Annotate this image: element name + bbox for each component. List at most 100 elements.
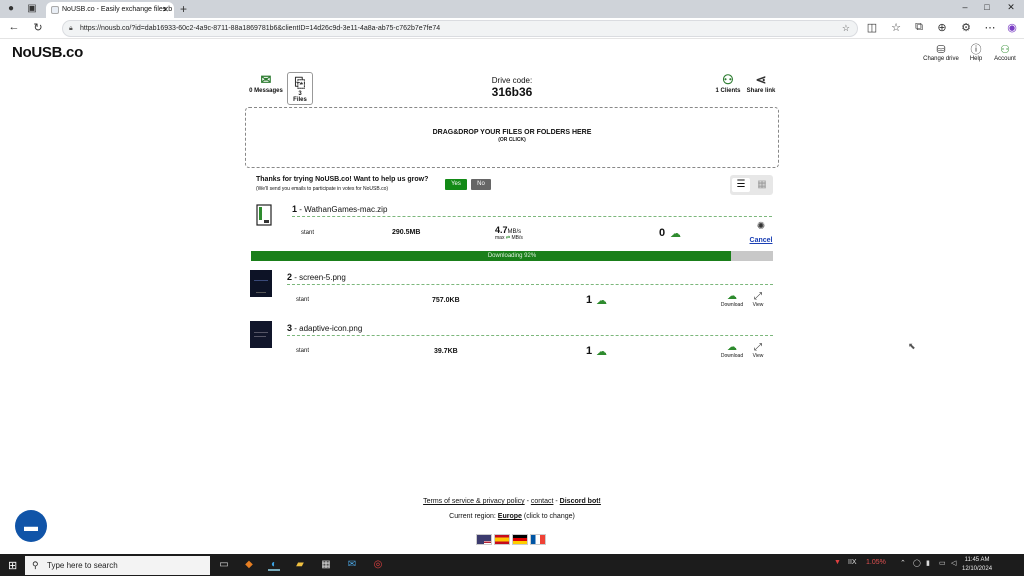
taskbar-search-box[interactable]: ⚲ Type here to search <box>25 556 210 575</box>
stock-trend-icon: ▼ <box>834 559 841 566</box>
tab-actions-icon[interactable]: ▣ <box>26 3 38 15</box>
chat-widget-button[interactable]: ▬ <box>15 510 47 542</box>
chrome-icon[interactable]: ◎ <box>372 559 384 571</box>
cancel-link[interactable]: Cancel <box>748 237 774 244</box>
extension-icon[interactable]: ⚙ <box>958 21 974 34</box>
account-label: Account <box>994 56 1016 62</box>
terms-link[interactable]: Terms of service & privacy policy <box>423 498 525 505</box>
chat-bubble-icon: ▬ <box>24 518 38 534</box>
dropzone-title: DRAG&DROP YOUR FILES OR FOLDERS HERE <box>432 129 592 136</box>
minimize-button[interactable]: – <box>955 2 975 12</box>
clock-date: 12/10/2024 <box>962 566 993 572</box>
promo-note: (We'll send you emails to participate in… <box>256 186 389 192</box>
back-icon[interactable]: ← <box>6 21 22 33</box>
files-button[interactable]: ⎘ 3 Files <box>287 72 313 105</box>
divider <box>292 216 772 217</box>
download-count: 1 <box>586 294 593 306</box>
flag-de-icon[interactable] <box>512 534 528 545</box>
favorite-star-icon[interactable]: ☆ <box>842 21 850 36</box>
help-icon: ⓘ <box>970 44 982 56</box>
region-line[interactable]: Current region: Europe (click to change) <box>300 513 724 520</box>
tray-chevron-icon[interactable]: ⌃ <box>900 559 906 567</box>
region-value[interactable]: Europe <box>498 513 522 520</box>
download-button[interactable]: ☁ Download <box>717 291 747 308</box>
file-dropzone[interactable]: DRAG&DROP YOUR FILES OR FOLDERS HERE (OR… <box>245 107 779 168</box>
list-view-icon[interactable]: ☰ <box>732 178 750 192</box>
file-explorer-icon[interactable]: ▰ <box>294 559 306 571</box>
collections-icon[interactable]: ⧉ <box>911 21 927 34</box>
download-icon[interactable]: ⊕ <box>934 21 950 34</box>
grid-view-icon[interactable]: ▦ <box>753 178 771 192</box>
divider <box>287 284 773 285</box>
flag-fr-icon[interactable] <box>530 534 546 545</box>
account-button[interactable]: ⚇ Account <box>991 44 1019 62</box>
max-unit: MB/s <box>511 235 523 241</box>
lock-icon: 🔒︎ <box>69 25 73 32</box>
flag-en-icon[interactable] <box>476 534 492 545</box>
no-button[interactable]: No <box>471 179 491 190</box>
split-screen-icon[interactable]: ◫ <box>864 21 880 34</box>
drive-code-label: Drive code: <box>491 76 533 85</box>
clients-button[interactable]: ⚇ 1 Clients <box>713 72 743 94</box>
browser-tab[interactable]: NoUSB.co - Easily exchange files b ✕ <box>46 2 174 18</box>
contact-link[interactable]: contact <box>531 498 554 505</box>
tab-close-icon[interactable]: ✕ <box>162 2 169 18</box>
usb-icon[interactable]: ▮ <box>926 559 930 567</box>
download-cloud-icon: ☁ <box>727 342 737 353</box>
view-button[interactable]: ⤢ View <box>749 342 767 359</box>
messages-button[interactable]: ✉ 0 Messages <box>248 72 284 94</box>
download-count: 1 <box>586 345 593 357</box>
copilot-app-icon[interactable]: ◆ <box>243 559 255 571</box>
mail-icon[interactable]: ✉ <box>346 559 358 571</box>
refresh-icon[interactable]: ↻ <box>30 21 46 34</box>
search-icon: ⚲ <box>32 560 39 570</box>
expand-icon: ⤢ <box>754 342 762 353</box>
flag-es-icon[interactable] <box>494 534 510 545</box>
file-size: 39.7KB <box>434 348 458 355</box>
stock-ticker[interactable]: IIX <box>848 559 857 566</box>
yes-button[interactable]: Yes <box>445 179 467 190</box>
more-menu-icon[interactable]: ⋯ <box>982 21 998 34</box>
discord-link[interactable]: Discord bot! <box>560 498 601 505</box>
file-name: - screen-5.png <box>292 273 346 282</box>
system-clock[interactable]: 11:45 AM 12/10/2024 <box>962 556 992 574</box>
browser-tab-strip: ● ▣ NoUSB.co - Easily exchange files b ✕… <box>0 0 1024 18</box>
download-label: Download <box>720 353 744 359</box>
help-button[interactable]: ⓘ Help <box>966 44 986 62</box>
profile-icon[interactable]: ● <box>5 3 17 15</box>
change-drive-button[interactable]: ⛁ Change drive <box>920 44 962 62</box>
cloud-download-icon: ☁ <box>670 228 681 240</box>
image-thumbnail[interactable] <box>250 270 272 297</box>
download-label: Download <box>720 302 744 308</box>
file-owner: stant <box>296 297 310 303</box>
view-button[interactable]: ⤢ View <box>749 291 767 308</box>
close-window-button[interactable]: ✕ <box>1001 2 1021 13</box>
progress-text: Downloading 92% <box>487 253 537 259</box>
windows-taskbar: ⊞ ⚲ Type here to search ▭ ◆ ◐ ▰ ▦ ✉ ◎ ▼ … <box>0 554 1024 576</box>
favorites-icon[interactable]: ☆ <box>888 21 904 34</box>
volume-icon[interactable]: ◁ <box>951 559 956 567</box>
search-placeholder: Type here to search <box>47 561 118 570</box>
messages-icon: ✉ <box>260 72 272 87</box>
view-label: View <box>752 302 764 308</box>
image-thumbnail[interactable] <box>250 321 272 348</box>
edge-browser-icon[interactable]: ◐ <box>268 559 280 571</box>
windows-start-icon[interactable]: ⊞ <box>8 559 17 572</box>
file-title: 3 - adaptive-icon.png <box>287 323 362 333</box>
copilot-icon[interactable]: ◉ <box>1004 21 1020 34</box>
maximize-button[interactable]: □ <box>977 2 997 12</box>
file-title: 1 - WathanGames-mac.zip <box>292 204 387 214</box>
download-button[interactable]: ☁ Download <box>717 342 747 359</box>
file-name: - adaptive-icon.png <box>292 324 363 333</box>
share-link-button[interactable]: ⋖ Share link <box>746 72 776 94</box>
address-bar[interactable]: 🔒︎ https://nousb.co/?id=dab16933-60c2-4a… <box>62 20 858 37</box>
download-progress-bar: Downloading 92% <box>251 251 773 261</box>
network-icon[interactable]: ▭ <box>939 559 946 567</box>
task-view-icon[interactable]: ▭ <box>218 559 230 571</box>
file-owner: stant <box>301 230 315 236</box>
store-icon[interactable]: ▦ <box>320 559 332 571</box>
site-logo[interactable]: NoUSB.co <box>12 44 83 61</box>
new-tab-button[interactable]: + <box>180 2 187 16</box>
help-label: Help <box>969 56 983 62</box>
tray-app-icon[interactable]: ◯ <box>913 559 921 567</box>
